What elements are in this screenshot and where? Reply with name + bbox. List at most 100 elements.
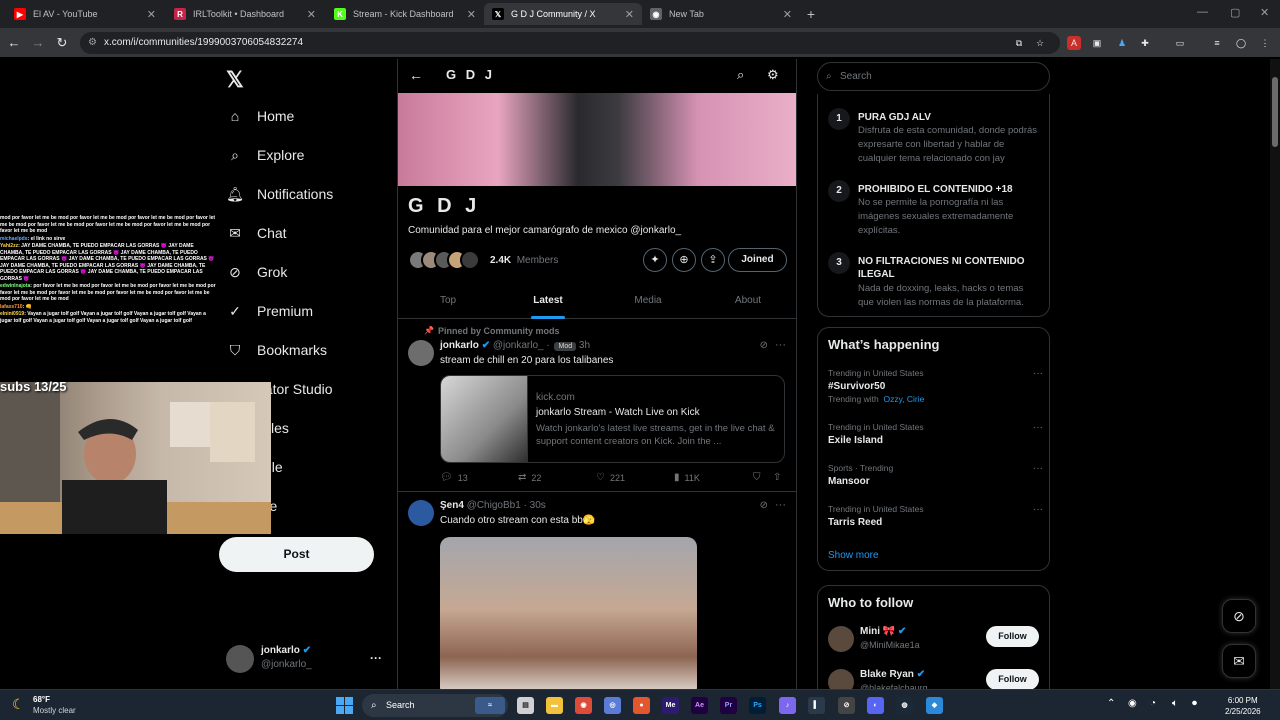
trend-item[interactable]: Trending in United States Exile Island ··· [828,422,1043,446]
avatar[interactable] [828,626,854,652]
tab-latest[interactable]: Latest [498,285,598,319]
invite-button[interactable]: ⊕ [672,248,696,272]
browser-tab[interactable]: ▶ El AV - YouTube ✕ [6,3,164,25]
nav-item-chat[interactable]: ✉ Chat [226,218,286,248]
more-icon[interactable]: ··· [775,339,786,351]
photoshop-icon[interactable]: Ps [749,697,766,714]
more-icon[interactable]: ··· [1033,504,1043,515]
after-effects-icon[interactable]: Ae [691,697,708,714]
tray-app-icon[interactable]: ◉ [1128,698,1137,709]
messages-float-button[interactable]: ✉ [1222,644,1256,678]
start-button[interactable] [336,697,353,714]
app-icon[interactable]: ♪ [779,697,796,714]
microphone-icon[interactable]: ⏺ [1192,698,1197,709]
steam-icon[interactable]: ◍ [896,697,913,714]
more-icon[interactable]: ··· [775,499,786,511]
more-icon[interactable]: ··· [1033,463,1043,474]
follow-button[interactable]: Follow [986,626,1039,647]
trend-item[interactable]: Trending in United States Tarris Reed ··· [828,504,1043,528]
reload-icon[interactable]: ↻ [54,35,70,51]
nav-item-grok[interactable]: ⊘ Grok [226,257,287,287]
trend-item[interactable]: Sports · Trending Mansoor ··· [828,463,1043,487]
new-tab-button[interactable]: + [803,6,819,22]
nav-item-premium[interactable]: ✓ Premium [226,296,313,326]
weather-widget[interactable]: ☾ 68°F Mostly clear [12,694,112,718]
volume-icon[interactable]: 🔈︎ [1172,698,1178,709]
forward-icon[interactable]: → [30,35,46,50]
reply-button[interactable]: 💬︎ 13 [440,472,468,483]
like-button[interactable]: ♡ 221 [596,472,625,483]
extension-icon[interactable]: ▣ [1090,36,1104,50]
follow-suggestion[interactable]: Blake Ryan ✔ @blakefalchaurg Follow [828,669,1043,689]
network-icon[interactable]: ◔ [1150,698,1156,709]
nav-item-bookmarks[interactable]: ⛉ Bookmarks [226,335,327,365]
extensions-puzzle-icon[interactable]: ✚ [1138,36,1152,50]
tweet-author[interactable]: Şen4 @ChigoBb1 · 30s [440,500,546,511]
grok-summary-button[interactable]: ✦ [643,248,667,272]
repost-button[interactable]: ⇄ 22 [518,472,541,483]
chrome-icon[interactable]: ◉ [575,697,592,714]
post-button[interactable]: Post [219,537,374,572]
more-icon[interactable]: ··· [370,651,382,665]
nav-item-explore[interactable]: ⌕ Explore [226,140,304,170]
search-icon[interactable]: ⌕ [737,67,744,83]
tab-about[interactable]: About [698,285,796,319]
avatar[interactable] [408,340,434,366]
search-input[interactable]: ⌕ Search [817,62,1050,91]
obs-icon[interactable]: ● [633,697,650,714]
link-card[interactable]: kick.com jonkarlo Stream - Watch Live on… [440,375,785,463]
close-tab-icon[interactable]: ✕ [147,8,156,21]
gear-icon[interactable]: ⚙ [767,67,779,83]
cast-icon[interactable]: ⧉ [1012,36,1026,50]
bookmark-button[interactable]: ⛉ [753,472,766,483]
premiere-icon[interactable]: Pr [720,697,737,714]
close-tab-icon[interactable]: ✕ [783,8,792,21]
page-scrollbar[interactable] [1270,59,1280,689]
app-icon[interactable]: ◎ [604,697,621,714]
tab-top[interactable]: Top [398,285,498,319]
avatar[interactable] [408,500,434,526]
tab-media[interactable]: Media [598,285,698,319]
browser-tab[interactable]: R IRLToolkit • Dashboard ✕ [166,3,324,25]
account-switcher[interactable]: jonkarlo ✔ @jonkarlo_ ··· [226,643,386,675]
follow-suggestion[interactable]: Mini 🎀 ✔ @MiniMikae1a Follow [828,626,1043,656]
nav-item-notifications[interactable]: 🔔︎ Notifications [226,179,333,209]
close-window-icon[interactable]: ✕ [1260,6,1269,19]
tray-chevron-icon[interactable]: ⌃ [1107,698,1115,709]
app-icon[interactable]: ◆ [926,697,943,714]
tweet-author[interactable]: jonkarlo ✔ @jonkarlo_ · Mod 3h [440,340,590,351]
grok-icon[interactable]: ⊘ [760,500,768,511]
avatar[interactable] [828,669,854,689]
member-avatars[interactable] [408,250,482,270]
browser-tab[interactable]: ◉ New Tab ✕ [642,3,800,25]
x-logo-icon[interactable]: 𝕏 [226,67,244,93]
media-control-icon[interactable]: ≡ [1210,36,1224,50]
sidebar-icon[interactable]: ▭ [1173,36,1187,50]
back-icon[interactable]: ← [6,35,22,50]
extension-icon[interactable]: ♟ [1115,36,1129,50]
nav-item-home[interactable]: ⌂ Home [226,101,295,131]
browser-tab[interactable]: K Stream - Kick Dashboard ✕ [326,3,484,25]
trend-item[interactable]: Trending in United States #Survivor50 Tren… [828,368,1043,404]
follow-button[interactable]: Follow [986,669,1039,689]
browser-tab[interactable]: 𝕏 G D J Community / X ✕ [484,3,642,25]
close-tab-icon[interactable]: ✕ [307,8,316,21]
share-button[interactable]: ⇪ [701,248,725,272]
media-encoder-icon[interactable]: Me [662,697,679,714]
bookmark-star-icon[interactable]: ☆ [1033,36,1047,50]
tweet[interactable]: Şen4 @ChigoBb1 · 30s ⊘ ··· Cuando otro s… [398,492,796,689]
taskbar-clock[interactable]: 6:00 PM 2/25/2026 [1225,695,1261,717]
app-icon[interactable]: ⊘ [838,697,855,714]
search-highlight-icon[interactable]: ≈ [475,697,505,714]
site-info-icon[interactable]: ⚙ [88,32,97,54]
profile-avatar-icon[interactable]: ◯ [1234,36,1248,50]
maximize-icon[interactable]: ▢ [1230,6,1240,19]
kebab-menu-icon[interactable]: ⋮ [1258,36,1272,50]
adblock-icon[interactable]: A [1067,36,1081,50]
app-icon[interactable]: ▍ [808,697,825,714]
more-icon[interactable]: ··· [1033,422,1043,433]
file-explorer-icon[interactable]: ▬ [546,697,563,714]
close-tab-icon[interactable]: ✕ [467,8,476,21]
discord-icon[interactable]: ◐ [867,697,884,714]
views-button[interactable]: ▮ 11K [674,472,700,483]
